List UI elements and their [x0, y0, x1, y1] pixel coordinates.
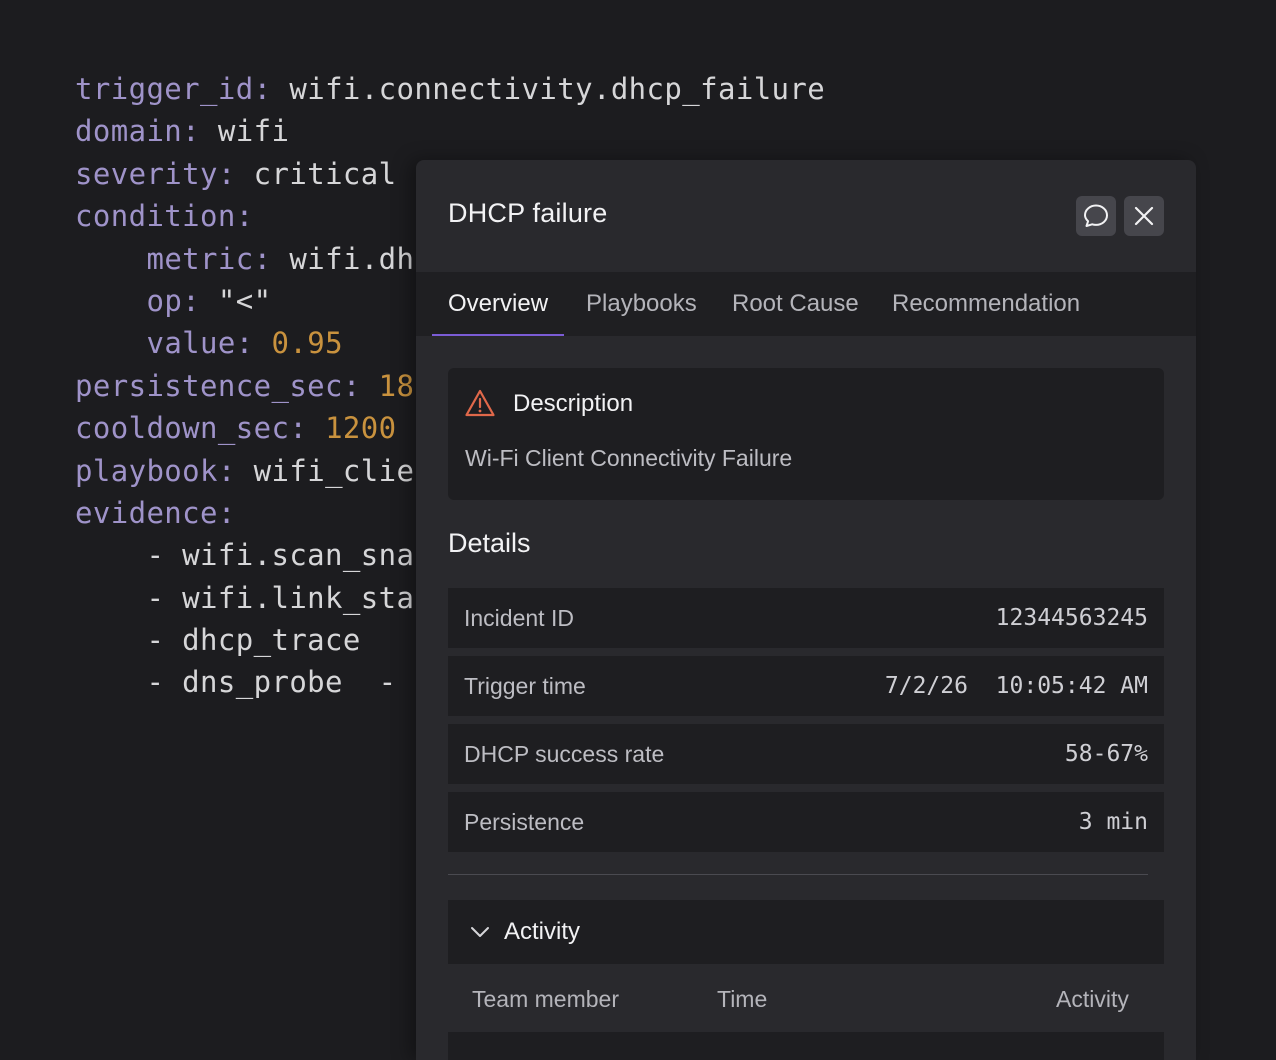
code-key: evidence: [75, 495, 218, 530]
detail-row-trigger-time: Trigger time 7/2/26 10:05:42 AM: [448, 656, 1164, 716]
code-key: :: [217, 495, 236, 530]
detail-row-dhcp-success-rate: DHCP success rate 58-67%: [448, 724, 1164, 784]
warning-triangle-icon: [464, 388, 496, 422]
code-key: playbook: [75, 453, 218, 488]
code-key: :: [217, 453, 254, 488]
code-key: metric: [146, 241, 254, 276]
code-text: wifi.connectivity.dhcp_failure: [289, 72, 826, 106]
detail-row-persistence: Persistence 3 min: [448, 792, 1164, 852]
code-key: domain: [75, 114, 183, 149]
code-key: :: [235, 326, 272, 361]
code-key: :: [235, 199, 254, 234]
close-icon: [1134, 206, 1154, 226]
code-text: critical: [253, 156, 397, 191]
column-header-activity[interactable]: Activity: [1056, 966, 1129, 1032]
code-key: :: [182, 114, 218, 149]
tab-root-cause[interactable]: Root Cause: [716, 272, 875, 336]
section-divider: [448, 874, 1148, 875]
code-text: wifi.dh: [289, 241, 415, 276]
code-text: wifi_clie: [253, 453, 415, 488]
tab-bar: Overview Playbooks Root Cause Recommenda…: [416, 272, 1196, 336]
tab-playbooks[interactable]: Playbooks: [570, 272, 713, 336]
detail-label: DHCP success rate: [464, 741, 665, 767]
code-text: - dns_probe - h: [75, 665, 433, 700]
description-text: Wi-Fi Client Connectivity Failure: [465, 445, 793, 471]
column-header-time[interactable]: Time: [717, 966, 767, 1032]
code-key: severity: [75, 156, 218, 191]
code-text: wifi: [217, 114, 290, 149]
comment-button[interactable]: [1076, 196, 1116, 236]
code-text: - wifi.scan_sna: [75, 538, 415, 573]
detail-row-incident-id: Incident ID 12344563245: [448, 588, 1164, 648]
tab-recommendation[interactable]: Recommendation: [876, 272, 1096, 336]
details-heading: Details: [448, 528, 531, 558]
code-number: 0.95: [271, 326, 343, 361]
code-text: "<": [217, 283, 272, 318]
column-header-team-member[interactable]: Team member: [472, 966, 619, 1032]
code-key: :: [253, 72, 290, 106]
code-key: :: [182, 283, 218, 318]
close-button[interactable]: [1124, 196, 1164, 236]
code-key: trigger_id: [75, 72, 254, 106]
detail-value: 58-67%: [1064, 741, 1148, 767]
code-key: condition: [75, 199, 236, 234]
activity-toggle[interactable]: Activity: [448, 900, 1164, 964]
detail-label: Trigger time: [464, 673, 586, 699]
panel-title: DHCP failure: [448, 198, 608, 228]
tab-overview[interactable]: Overview: [432, 272, 565, 336]
code-key: :: [342, 368, 379, 403]
code-key: cooldown_sec: [75, 411, 290, 446]
code-text: - dhcp_trace: [75, 623, 361, 658]
description-title: Description: [513, 390, 634, 417]
chat-bubble-icon: [1084, 204, 1108, 227]
incident-panel: DHCP failure Overview Playbooks Root Cau…: [416, 160, 1196, 1060]
code-key: op: [146, 283, 183, 318]
code-key: persistence_sec: [75, 368, 343, 403]
code-key: :: [289, 411, 326, 446]
code-text: - wifi.link_sta: [75, 580, 415, 615]
detail-value: 3 min: [1078, 809, 1148, 835]
code-key: value: [146, 326, 236, 361]
detail-value: 12344563245: [995, 605, 1148, 631]
code-number: 1200: [325, 411, 397, 446]
code-line: trigger_id: wifi.connectivity.dhcp_failu…: [75, 68, 825, 110]
description-card: Description Wi-Fi Client Connectivity Fa…: [448, 368, 1164, 500]
detail-label: Incident ID: [464, 605, 574, 631]
activity-title: Activity: [504, 918, 581, 945]
chevron-down-icon: [470, 922, 490, 946]
code-number: 18: [378, 368, 415, 403]
detail-label: Persistence: [464, 809, 585, 835]
panel-header: DHCP failure: [416, 160, 1196, 272]
table-row: [448, 1032, 1164, 1060]
code-line: domain: wifi: [75, 110, 825, 152]
code-key: :: [217, 156, 254, 191]
detail-value: 7/2/26 10:05:42 AM: [884, 673, 1148, 699]
code-key: :: [253, 241, 290, 276]
